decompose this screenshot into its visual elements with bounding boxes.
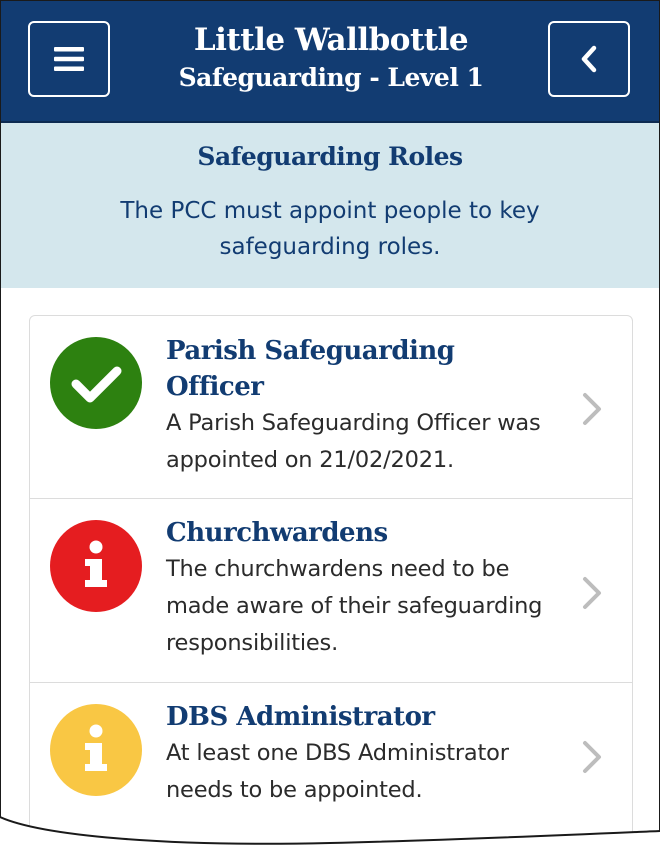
list-item-title: Churchwardens <box>166 518 388 548</box>
chevron-right-icon <box>583 393 601 425</box>
status-badge <box>50 704 142 796</box>
status-badge <box>50 337 142 429</box>
list-item-text: Parish Safeguarding Officer A Parish Saf… <box>166 333 546 479</box>
chevron-left-icon <box>581 45 597 73</box>
roles-list: Parish Safeguarding Officer A Parish Saf… <box>29 315 633 852</box>
page-curl-edge <box>0 790 660 853</box>
chevron-right-icon <box>583 577 601 609</box>
header-titles: Little Wallbottle Safeguarding - Level 1 <box>121 21 541 97</box>
page-subtitle: Safeguarding - Level 1 <box>178 63 484 92</box>
list-item-description: A Parish Safeguarding Officer was appoin… <box>166 410 541 473</box>
list-item-title: DBS Administrator <box>166 702 435 732</box>
menu-button[interactable] <box>28 21 110 97</box>
status-badge <box>50 520 142 612</box>
info-circle-icon <box>50 704 142 796</box>
list-item-text: Churchwardens The churchwardens need to … <box>166 515 546 662</box>
app-header: Little Wallbottle Safeguarding - Level 1 <box>1 1 659 123</box>
app-frame: Little Wallbottle Safeguarding - Level 1… <box>0 0 660 852</box>
section-heading: Safeguarding Roles <box>197 142 463 171</box>
info-circle-icon <box>50 520 142 612</box>
hamburger-menu-icon <box>54 47 84 71</box>
section-description: The PCC must appoint people to key safeg… <box>120 198 540 260</box>
list-item-churchwardens[interactable]: Churchwardens The churchwardens need to … <box>30 498 632 683</box>
intro-panel: Safeguarding Roles The PCC must appoint … <box>1 123 659 288</box>
check-circle-icon <box>50 337 142 429</box>
list-item-title: Parish Safeguarding Officer <box>166 336 455 402</box>
list-item-description: The churchwardens need to be made aware … <box>166 556 543 656</box>
list-item-parish-safeguarding-officer[interactable]: Parish Safeguarding Officer A Parish Saf… <box>30 316 632 498</box>
back-button[interactable] <box>548 21 630 97</box>
chevron-right-icon <box>583 741 601 773</box>
app-title: Little Wallbottle <box>193 22 469 58</box>
